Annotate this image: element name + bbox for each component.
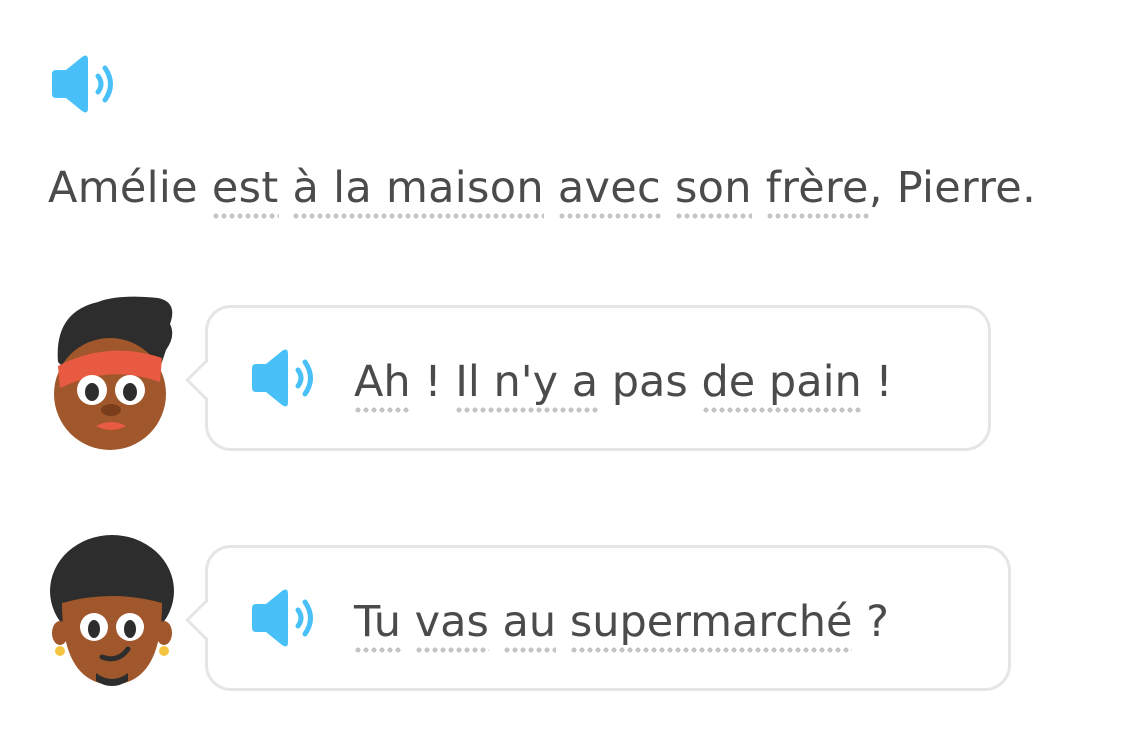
hint-word[interactable]: Il n'y a	[455, 357, 599, 417]
dialogue-row: Ah ! Il n'y a pas de pain !	[0, 292, 1125, 462]
man-avatar-icon	[50, 535, 174, 686]
bubble-content: Ah ! Il n'y a pas de pain !	[248, 308, 893, 448]
plain-text	[661, 163, 675, 213]
speaker-icon[interactable]	[248, 588, 320, 648]
hint-word[interactable]: frère	[765, 163, 869, 223]
plain-text	[489, 597, 503, 647]
plain-text	[752, 163, 766, 213]
narration-text: Amélie est à la maison avec son frère, P…	[48, 163, 1036, 223]
plain-text: Amélie	[48, 163, 212, 213]
dialogue-text: Tu vas au supermarché ?	[354, 597, 889, 657]
plain-text: , Pierre.	[868, 163, 1037, 213]
dialogue-row: Tu vas au supermarché ?	[0, 533, 1125, 703]
plain-text	[401, 597, 415, 647]
hint-word[interactable]: Tu	[354, 597, 401, 657]
plain-text: ?	[852, 597, 889, 647]
plain-text	[688, 357, 702, 407]
hint-word[interactable]: Ah	[354, 357, 411, 417]
speaker-icon[interactable]	[248, 348, 320, 408]
hint-word[interactable]: de pain	[701, 357, 862, 417]
plain-text	[556, 597, 570, 647]
speech-bubble: Ah ! Il n'y a pas de pain !	[185, 305, 991, 451]
bubble-tail	[185, 360, 225, 400]
plain-text	[544, 163, 558, 213]
plain-text	[598, 357, 612, 407]
hint-word[interactable]: à la maison	[292, 163, 544, 223]
speaker-icon[interactable]	[48, 54, 120, 114]
bubble-content: Tu vas au supermarché ?	[248, 548, 889, 688]
dialogue-text: Ah ! Il n'y a pas de pain !	[354, 357, 893, 417]
hint-word[interactable]: vas	[414, 597, 489, 657]
speech-bubble: Tu vas au supermarché ?	[185, 545, 1011, 691]
bubble-tail	[185, 600, 225, 640]
hint-word[interactable]: son	[674, 163, 752, 223]
hint-word[interactable]: est	[211, 163, 279, 223]
hint-word[interactable]: supermarché	[569, 597, 853, 657]
plain-text	[279, 163, 293, 213]
woman-avatar-icon	[54, 296, 173, 450]
narration-line: Amélie est à la maison avec son frère, P…	[48, 38, 1088, 238]
plain-text: pas	[611, 357, 688, 407]
hint-word[interactable]: au	[502, 597, 557, 657]
plain-text: !	[410, 357, 456, 407]
hint-word[interactable]: avec	[557, 163, 661, 223]
plain-text: !	[861, 357, 893, 407]
story-page: Amélie est à la maison avec son frère, P…	[0, 0, 1125, 729]
